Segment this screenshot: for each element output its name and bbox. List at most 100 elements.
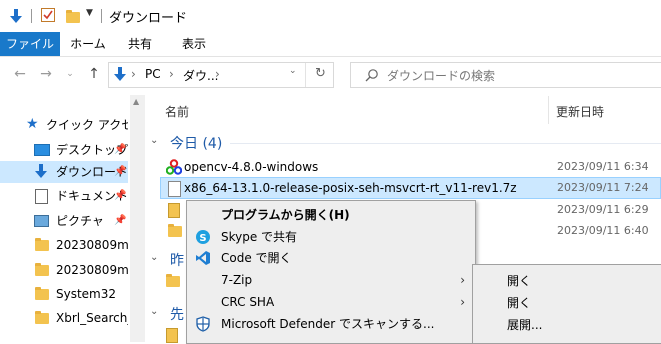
pin-icon[interactable]: 📌: [114, 185, 126, 207]
submenu-extract[interactable]: 展開...: [473, 313, 661, 337]
title-separator: [101, 9, 102, 23]
group-yesterday[interactable]: 昨: [170, 250, 184, 270]
pin-icon[interactable]: 📌: [114, 139, 126, 161]
submenu-extract-label: 展開...: [507, 318, 543, 332]
submenu-open-label: 開く: [507, 274, 532, 288]
menu-open-code[interactable]: Code で開く: [187, 246, 475, 270]
submenu-open[interactable]: 開く: [473, 269, 661, 293]
folder-icon: [35, 238, 49, 251]
properties-check-icon[interactable]: [41, 8, 55, 22]
search-icon: [365, 69, 378, 82]
nav-folder[interactable]: 20230809masa: [0, 234, 128, 256]
address-divider: [305, 63, 306, 87]
nav-quick-access[interactable]: ★ クイック アクセス: [0, 114, 128, 136]
submenu-arrow-icon: ›: [460, 295, 465, 309]
column-header-date[interactable]: 更新日時: [556, 103, 604, 120]
ribbon-tabs: ファイル ホーム 共有 表示: [0, 32, 661, 57]
nav-folder-label: System32: [56, 287, 117, 301]
group-divider: [230, 143, 661, 144]
nav-folder-label: Xbrl_Search_2: [56, 311, 128, 325]
tab-view[interactable]: 表示: [176, 32, 212, 56]
skype-icon: S: [196, 230, 210, 244]
file-date: 2023/09/11 6:34: [557, 160, 649, 173]
defender-shield-icon: [196, 316, 210, 332]
context-menu: プログラムから開く(H) S Skype で共有 Code で開く 7-Zip …: [186, 200, 476, 344]
menu-crc-sha[interactable]: CRC SHA ›: [187, 290, 475, 314]
7zip-submenu: 開く 開く 展開...: [472, 264, 661, 344]
address-chevron[interactable]: ›: [131, 67, 136, 81]
scroll-up-icon[interactable]: ▲: [133, 97, 139, 106]
back-arrow-icon[interactable]: ←: [12, 66, 28, 82]
recent-locations-chevron-icon[interactable]: ⌄: [64, 66, 76, 82]
search-input[interactable]: ダウンロードの検索: [387, 67, 495, 84]
search-box[interactable]: ダウンロードの検索: [350, 62, 661, 88]
folder-icon: [35, 311, 49, 324]
menu-open-with-label: プログラムから開く(H): [221, 208, 350, 222]
tab-home[interactable]: ホーム: [70, 32, 106, 56]
breadcrumb-pc[interactable]: PC: [145, 67, 161, 81]
group-collapse-icon[interactable]: ⌄: [150, 306, 158, 317]
column-header-name[interactable]: 名前: [165, 103, 189, 120]
file-name: opencv-4.8.0-windows: [184, 160, 319, 174]
menu-open-with[interactable]: プログラムから開く(H): [187, 203, 475, 227]
menu-7zip[interactable]: 7-Zip ›: [187, 268, 475, 292]
address-chevron[interactable]: ›: [215, 67, 220, 81]
nav-pictures[interactable]: ピクチャ 📌: [0, 210, 128, 232]
forward-arrow-icon[interactable]: →: [38, 66, 54, 82]
svg-text:S: S: [199, 233, 206, 244]
downloads-location-icon: [114, 67, 126, 81]
desktop-icon: [34, 144, 50, 156]
nav-downloads[interactable]: ダウンロード 📌: [0, 161, 128, 183]
folder-icon: [35, 263, 49, 276]
nav-pictures-label: ピクチャ: [56, 214, 104, 228]
file-date: 2023/09/11 7:24: [557, 181, 649, 194]
zip-folder-icon[interactable]: [166, 328, 178, 343]
menu-defender-scan[interactable]: Microsoft Defender でスキャンする...: [187, 312, 475, 336]
submenu-arrow-icon: ›: [460, 273, 465, 287]
address-bar[interactable]: › PC › ダウ... › ⌄ ↻: [108, 62, 334, 88]
pin-icon[interactable]: 📌: [114, 161, 126, 183]
file-date: 2023/09/11 6:29: [557, 203, 649, 216]
customize-dropdown-icon[interactable]: ▼: [86, 8, 93, 18]
group-today[interactable]: 今日 (4): [170, 133, 222, 153]
breadcrumb-downloads[interactable]: ダウ...: [183, 67, 218, 84]
folder-icon: [168, 224, 182, 237]
pin-icon[interactable]: 📌: [114, 210, 126, 232]
nav-desktop[interactable]: デスクトップ 📌: [0, 139, 128, 161]
title-bar: ▼ ダウンロード: [0, 0, 661, 32]
downloads-icon: [35, 164, 47, 178]
file-row-selected[interactable]: x86_64-13.1.0-release-posix-seh-msvcrt-r…: [160, 177, 661, 199]
documents-icon: [35, 189, 48, 204]
nav-documents[interactable]: ドキュメント 📌: [0, 185, 128, 207]
nav-folder[interactable]: System32: [0, 283, 128, 305]
address-history-chevron-icon[interactable]: ⌄: [289, 66, 297, 76]
column-divider[interactable]: [548, 96, 549, 124]
group-collapse-icon[interactable]: ⌄: [150, 252, 158, 263]
group-earlier[interactable]: 先: [170, 304, 184, 324]
download-arrow-icon[interactable]: [8, 8, 24, 24]
navigation-row: ← → ⌄ ↑ › PC › ダウ... › ⌄ ↻ ダウンロードの検索: [0, 57, 661, 93]
submenu-open-archive-label: 開く: [507, 296, 532, 310]
menu-crc-sha-label: CRC SHA: [221, 295, 275, 309]
up-arrow-icon[interactable]: ↑: [86, 66, 102, 82]
nav-folder[interactable]: Xbrl_Search_2: [0, 307, 128, 329]
window-title: ダウンロード: [109, 11, 188, 26]
title-separator: [31, 9, 32, 23]
nav-scrollbar[interactable]: ▲: [130, 95, 145, 342]
nav-folder[interactable]: 20230809masa: [0, 259, 128, 281]
refresh-icon[interactable]: ↻: [315, 66, 326, 81]
nav-quick-access-label: クイック アクセス: [46, 118, 128, 132]
address-chevron[interactable]: ›: [169, 67, 174, 81]
menu-defender-scan-label: Microsoft Defender でスキャンする...: [221, 317, 435, 331]
archive-file-icon: [168, 181, 181, 197]
menu-open-code-label: Code で開く: [221, 251, 292, 265]
file-date: 2023/09/11 6:40: [557, 224, 649, 237]
nav-folder-label: 20230809masa: [56, 238, 128, 252]
group-collapse-icon[interactable]: ⌄: [150, 135, 158, 146]
menu-7zip-label: 7-Zip: [221, 273, 253, 287]
submenu-open-archive[interactable]: 開く: [473, 291, 661, 315]
tab-file[interactable]: ファイル: [0, 32, 60, 56]
folder-icon: [35, 287, 49, 300]
tab-share[interactable]: 共有: [122, 32, 158, 56]
file-row[interactable]: opencv-4.8.0-windows 2023/09/11 6:34: [160, 156, 661, 178]
